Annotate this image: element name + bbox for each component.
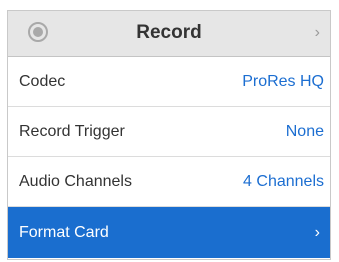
menu-item-label: Codec [19,72,66,90]
menu-item-value: None [285,122,324,140]
menu-item-label: Audio Channels [19,172,132,190]
menu-item-audio-channels[interactable]: Audio Channels 4 Channels [8,157,330,207]
menu-item-codec[interactable]: Codec ProRes HQ [8,57,330,107]
menu-item-record-trigger[interactable]: Record Trigger None [8,107,330,157]
menu-title: Record [136,22,202,43]
menu-item-value: 4 Channels [243,172,324,190]
menu-item-format-card[interactable]: Format Card › [8,207,330,258]
chevron-right-icon: › [314,223,320,241]
menu-item-value: ProRes HQ [242,72,324,90]
record-menu: Record › Codec ProRes HQ Record Trigger … [7,10,331,260]
menu-item-label: Format Card [19,223,109,241]
chevron-right-icon[interactable]: › [315,11,320,57]
menu-header: Record › [8,11,330,57]
menu-item-label: Record Trigger [19,122,125,140]
